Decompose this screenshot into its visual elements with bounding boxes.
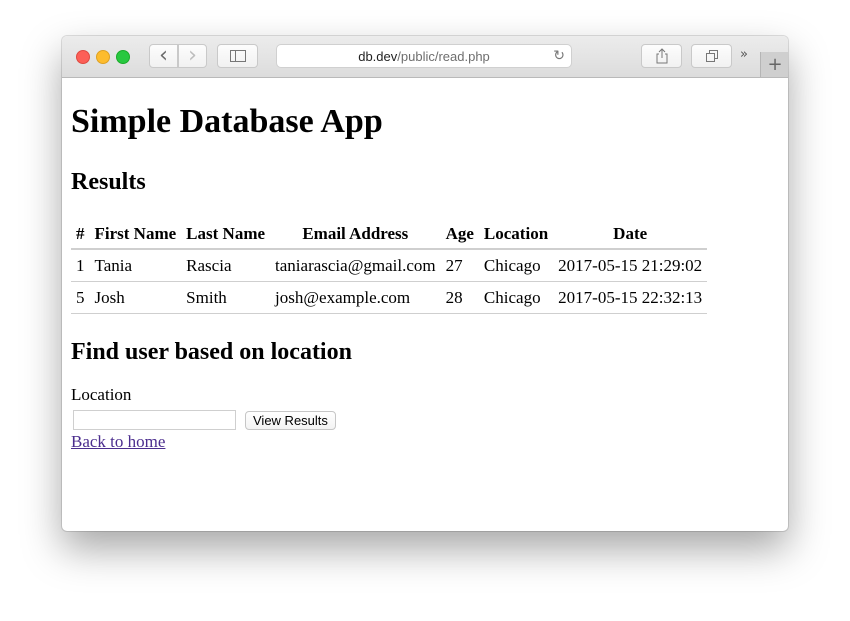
header-email: Email Address [270,218,441,250]
chevron-right-icon: › [188,43,197,68]
find-heading: Find user based on location [71,339,352,365]
view-results-button[interactable]: View Results [245,410,336,430]
page-title: Simple Database App [71,103,383,140]
cell-date: 2017-05-15 21:29:02 [553,249,708,282]
cell-first-name: Josh [89,281,182,314]
chevron-left-icon: ‹ [159,43,168,68]
share-icon [656,48,667,64]
location-label: Location [71,385,132,404]
share-button[interactable] [641,44,682,68]
results-heading: Results [71,169,146,195]
tabs-icon [705,50,718,62]
browser-window: ‹ › db.dev/public/read.php ↻ » + Simple … [62,36,788,531]
url-path: /public/read.php [397,48,490,64]
table-row: 1 Tania Rascia taniarascia@gmail.com 27 … [71,249,708,282]
browser-toolbar: ‹ › db.dev/public/read.php ↻ » + [62,36,788,78]
sidebar-toggle-button[interactable] [217,44,258,68]
cell-id: 1 [71,249,90,282]
cell-email: taniarascia@gmail.com [270,249,441,282]
cell-location: Chicago [478,249,554,282]
cell-id: 5 [71,281,90,314]
cell-last-name: Rascia [181,249,271,282]
header-id: # [71,218,90,250]
address-bar[interactable]: db.dev/public/read.php ↻ [276,44,572,68]
sidebar-icon [229,50,246,62]
minimize-window-button[interactable] [96,50,110,64]
plus-icon: + [767,54,783,75]
results-table: # First Name Last Name Email Address Age… [71,218,708,314]
table-row: 5 Josh Smith josh@example.com 28 Chicago… [71,281,708,314]
header-location: Location [478,218,554,250]
new-tab-button[interactable]: + [760,52,788,77]
cell-first-name: Tania [89,249,182,282]
cell-email: josh@example.com [270,281,441,314]
header-last-name: Last Name [181,218,271,250]
reload-icon[interactable]: ↻ [553,48,565,64]
cell-location: Chicago [478,281,554,314]
close-window-button[interactable] [76,50,90,64]
back-to-home-link[interactable]: Back to home [71,432,165,452]
cell-last-name: Smith [181,281,271,314]
forward-button[interactable]: › [178,44,207,68]
back-button[interactable]: ‹ [149,44,178,68]
cell-age: 28 [440,281,479,314]
url-domain: db.dev [358,48,398,64]
more-icon[interactable]: » [740,47,748,62]
header-date: Date [553,218,708,250]
show-tabs-button[interactable] [691,44,732,68]
zoom-window-button[interactable] [116,50,130,64]
location-input[interactable] [73,410,236,430]
table-header-row: # First Name Last Name Email Address Age… [71,218,708,250]
location-form: View Results [71,410,779,430]
cell-age: 27 [440,249,479,282]
header-first-name: First Name [89,218,182,250]
header-age: Age [440,218,479,250]
page-content: Simple Database App Results # First Name… [62,78,788,531]
cell-date: 2017-05-15 22:32:13 [553,281,708,314]
